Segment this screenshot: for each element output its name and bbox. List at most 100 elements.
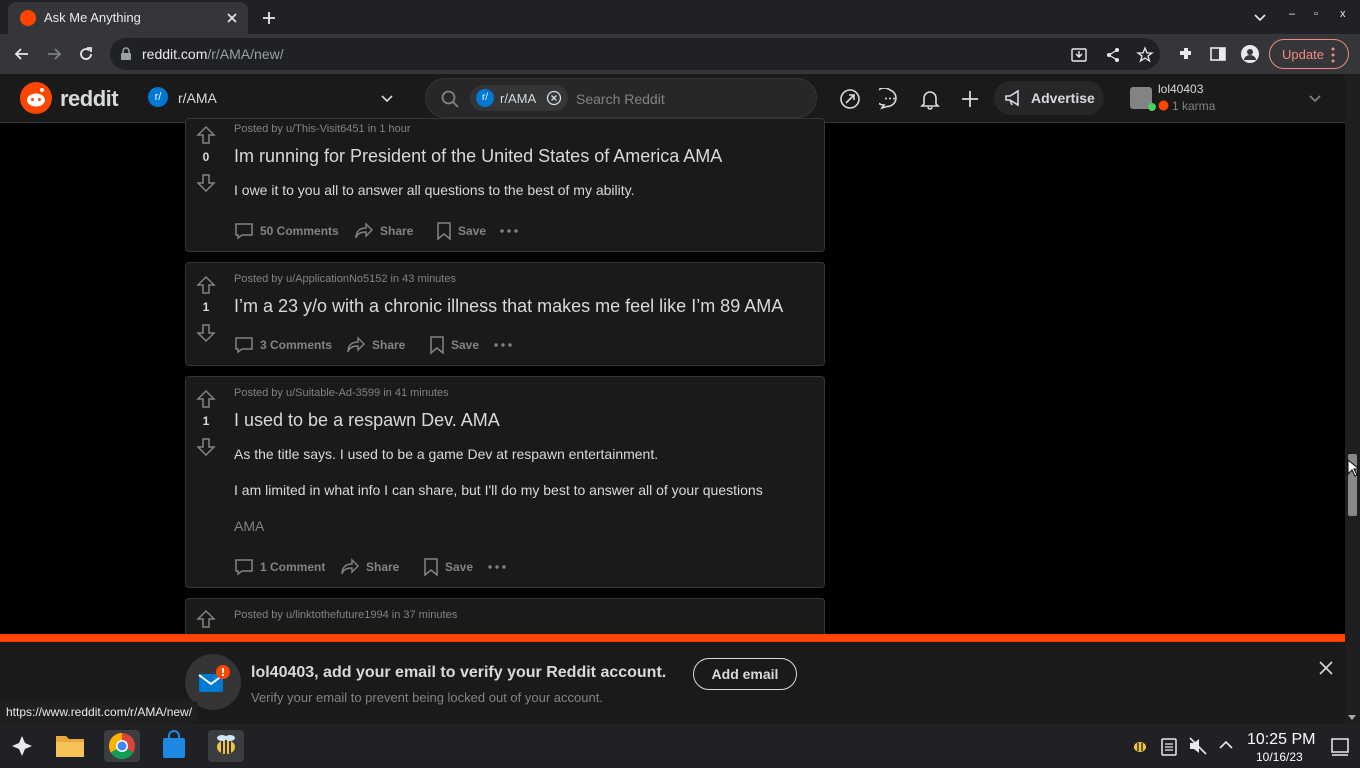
downvote-arrow-icon[interactable] (196, 323, 216, 343)
install-app-icon[interactable] (1070, 46, 1088, 64)
maximize-button[interactable]: ▫ (1314, 8, 1318, 20)
post-meta[interactable]: Posted by u/ApplicationNo5152 in 43 minu… (234, 273, 456, 285)
address-bar[interactable]: reddit.com/r/AMA/new/ (110, 38, 1160, 70)
karma-icon (1158, 100, 1169, 111)
post-title[interactable]: I used to be a respawn Dev. AMA (234, 410, 500, 431)
clipboard-icon[interactable] (1160, 736, 1178, 756)
advertise-label: Advertise (1031, 90, 1095, 106)
search-community-chip[interactable]: r/ r/AMA (470, 85, 568, 111)
share-button[interactable]: Share (340, 557, 410, 577)
more-options-icon[interactable] (494, 343, 512, 347)
notification-center-icon[interactable] (1330, 736, 1350, 756)
share-arrow-icon (341, 558, 359, 575)
save-label: Save (445, 560, 474, 574)
reload-icon[interactable] (76, 44, 96, 64)
add-email-button[interactable]: Add email (693, 658, 797, 690)
back-arrow-icon[interactable] (12, 44, 32, 64)
post-title[interactable]: Im running for President of the United S… (234, 146, 722, 167)
upvote-arrow-icon[interactable] (196, 609, 216, 629)
reddit-logo-icon[interactable] (20, 82, 52, 114)
start-menu-icon[interactable] (10, 734, 34, 758)
post-card[interactable]: 1 Posted by u/ApplicationNo5152 in 43 mi… (185, 262, 825, 366)
extensions-puzzle-icon[interactable] (1176, 44, 1196, 64)
file-manager-app-icon[interactable] (52, 730, 88, 762)
comments-button[interactable]: 3 Comments (234, 335, 334, 355)
tab-search-chevron-icon[interactable] (1252, 10, 1268, 26)
close-banner-icon[interactable] (1318, 660, 1334, 676)
share-button[interactable]: Share (346, 335, 416, 355)
new-tab-icon[interactable] (259, 8, 279, 28)
user-menu-dropdown[interactable]: lol40403 1 karma (1128, 78, 1328, 118)
downvote-arrow-icon[interactable] (196, 437, 216, 457)
post-body-text: AMA (234, 518, 265, 534)
upvote-arrow-icon[interactable] (196, 275, 216, 295)
update-browser-button[interactable]: Update (1269, 39, 1349, 69)
post-meta[interactable]: Posted by u/This-Visit6451 in 1 hour (234, 123, 411, 135)
notifications-bell-icon[interactable] (919, 88, 941, 110)
bee-app-icon[interactable] (208, 730, 244, 762)
lock-icon[interactable] (120, 47, 132, 61)
popular-arrow-icon[interactable] (839, 88, 861, 110)
post-title[interactable]: I’m a 23 y/o with a chronic illness that… (234, 296, 783, 317)
chat-icon[interactable] (879, 88, 901, 110)
downvote-arrow-icon[interactable] (196, 173, 216, 193)
tray-expand-chevron-icon[interactable] (1218, 738, 1234, 752)
comments-button[interactable]: 50 Comments (234, 221, 344, 241)
bookmark-icon (430, 336, 444, 355)
store-app-icon[interactable] (156, 730, 192, 762)
upvote-arrow-icon[interactable] (196, 389, 216, 409)
post-card[interactable]: 0 Posted by u/This-Visit6451 in 1 hour I… (185, 118, 825, 252)
os-taskbar: 10:25 PM 10/16/23 (0, 724, 1360, 768)
comments-button[interactable]: 1 Comment (234, 557, 330, 577)
minimize-button[interactable]: – (1289, 8, 1295, 20)
more-options-icon[interactable] (500, 229, 518, 233)
browser-tab-strip: Ask Me Anything – ▫ x (0, 0, 1360, 34)
bookmark-star-icon[interactable] (1136, 46, 1154, 64)
post-meta[interactable]: Posted by u/linktothefuture1994 in 37 mi… (234, 609, 457, 621)
post-card[interactable]: Posted by u/linktothefuture1994 in 37 mi… (185, 598, 825, 638)
community-label: r/AMA (178, 90, 217, 106)
profile-avatar-icon[interactable] (1240, 44, 1260, 64)
clear-chip-icon[interactable] (546, 90, 562, 106)
clock-time[interactable]: 10:25 PM (1247, 731, 1315, 749)
share-arrow-icon (355, 222, 373, 239)
upvote-arrow-icon[interactable] (196, 125, 216, 145)
save-button[interactable]: Save (427, 335, 487, 355)
comment-icon (235, 223, 253, 240)
close-tab-icon[interactable] (224, 10, 240, 26)
update-label: Update (1282, 47, 1324, 62)
page-scrollbar[interactable] (1345, 74, 1360, 724)
forward-arrow-icon[interactable] (44, 44, 64, 64)
search-bar[interactable]: r/ r/AMA Search Reddit (425, 78, 817, 118)
save-label: Save (458, 224, 487, 238)
chrome-app-icon[interactable] (104, 730, 140, 762)
share-icon[interactable] (1104, 46, 1122, 64)
scroll-down-arrow-icon[interactable] (1347, 714, 1357, 722)
vote-count: 1 (202, 414, 210, 428)
save-button[interactable]: Save (421, 557, 481, 577)
post-card[interactable]: 1 Posted by u/Suitable-Ad-3599 in 41 min… (185, 376, 825, 588)
tray-bee-icon[interactable] (1130, 736, 1150, 756)
side-panel-icon[interactable] (1208, 44, 1228, 64)
browser-menu-kebab-icon[interactable] (1330, 47, 1336, 63)
share-label: Share (366, 560, 400, 574)
reddit-wordmark[interactable]: reddit (60, 86, 119, 112)
search-input[interactable]: Search Reddit (576, 91, 665, 107)
save-button[interactable]: Save (434, 221, 494, 241)
comments-label: 1 Comment (260, 560, 326, 574)
volume-muted-icon[interactable] (1188, 736, 1208, 756)
more-options-icon[interactable] (488, 565, 506, 569)
vote-count: 0 (202, 150, 210, 164)
reddit-header: reddit r/ r/AMA r/ r/AMA Search Reddit A… (0, 74, 1345, 123)
community-dropdown[interactable]: r/ r/AMA (140, 80, 405, 116)
post-meta[interactable]: Posted by u/Suitable-Ad-3599 in 41 minut… (234, 387, 449, 399)
verify-email-banner: lol40403, add your email to verify your … (0, 634, 1345, 724)
create-post-plus-icon[interactable] (959, 88, 981, 110)
advertise-button[interactable]: Advertise (994, 81, 1104, 115)
chevron-down-icon (381, 95, 393, 103)
browser-tab[interactable]: Ask Me Anything (8, 2, 248, 34)
share-button[interactable]: Share (354, 221, 424, 241)
close-window-button[interactable]: x (1340, 8, 1346, 20)
clock-date[interactable]: 10/16/23 (1256, 750, 1303, 764)
megaphone-icon (1005, 89, 1019, 107)
